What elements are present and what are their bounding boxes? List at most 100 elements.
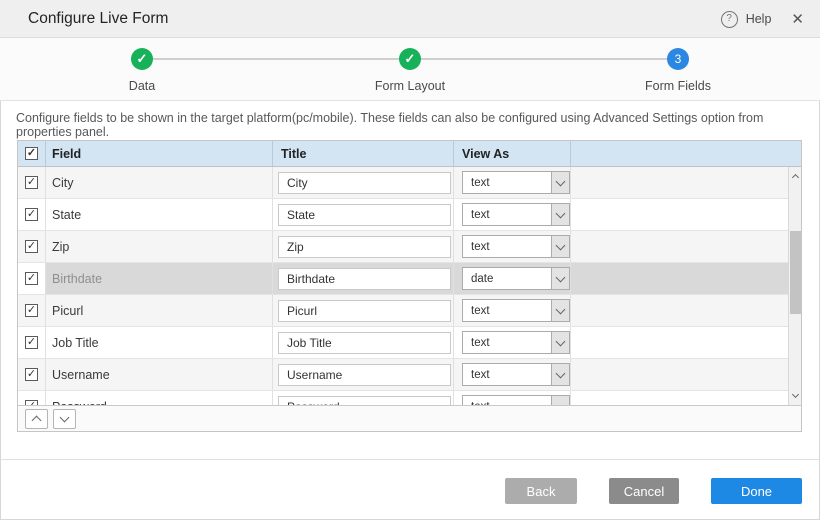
title-bar: Configure Live Form ? Help ✕ [0, 0, 820, 38]
title-cell [273, 231, 454, 262]
step-form-fields-label[interactable]: Form Fields [598, 79, 758, 93]
stepper-connector [153, 58, 399, 60]
table-row: ✓Ziptext [18, 231, 788, 263]
description-text: Configure fields to be shown in the targ… [16, 111, 804, 139]
field-name-label: Picurl [46, 295, 273, 326]
step-data-label[interactable]: Data [62, 79, 222, 93]
field-name-label: Birthdate [46, 263, 273, 294]
header-checkbox-cell: ✓ [18, 141, 46, 166]
title-input[interactable] [278, 300, 451, 322]
column-header-field: Field [46, 141, 273, 166]
view-as-value: text [463, 300, 551, 321]
field-name-label: Username [46, 359, 273, 390]
done-button[interactable]: Done [711, 478, 802, 504]
view-as-cell: text [454, 391, 571, 405]
view-as-value: text [463, 236, 551, 257]
form-fields-table: ✓ Field Title View As ✓Citytext✓Statetex… [17, 140, 802, 432]
row-checkbox[interactable]: ✓ [25, 336, 38, 349]
field-name-label: Password [46, 391, 273, 405]
checkbox-cell: ✓ [18, 167, 46, 198]
column-header-title: Title [273, 141, 454, 166]
row-checkbox[interactable]: ✓ [25, 304, 38, 317]
row-checkbox[interactable]: ✓ [25, 176, 38, 189]
view-as-value: text [463, 204, 551, 225]
cancel-button[interactable]: Cancel [609, 478, 679, 504]
view-as-select[interactable]: text [462, 299, 570, 322]
table-row: ✓ Picurl text [18, 295, 788, 327]
title-cell [273, 167, 454, 198]
table-row: ✓ Birthdate date [18, 263, 788, 295]
view-as-select[interactable]: text [462, 235, 570, 258]
page-title: Configure Live Form [28, 0, 168, 38]
step-form-fields-circle[interactable]: 3 [667, 48, 689, 70]
chevron-down-icon[interactable] [551, 300, 569, 321]
row-checkbox[interactable]: ✓ [25, 368, 38, 381]
chevron-down-icon[interactable] [551, 236, 569, 257]
title-cell [273, 263, 454, 294]
scroll-down-button[interactable] [789, 389, 801, 403]
title-input[interactable] [278, 204, 451, 226]
chevron-down-icon[interactable] [551, 172, 569, 193]
table-row: ✓Job Titletext [18, 327, 788, 359]
row-checkbox[interactable]: ✓ [25, 240, 38, 253]
step-form-layout-label[interactable]: Form Layout [330, 79, 490, 93]
close-icon[interactable]: ✕ [791, 10, 804, 28]
chevron-down-icon[interactable] [551, 332, 569, 353]
view-as-value: date [463, 268, 551, 289]
help-link[interactable]: Help [746, 12, 772, 26]
move-up-button[interactable] [25, 409, 48, 429]
title-input[interactable] [278, 236, 451, 258]
checkbox-cell: ✓ [18, 359, 46, 390]
title-input[interactable] [278, 332, 451, 354]
title-input[interactable] [278, 172, 451, 194]
table-row: ✓Password text [18, 391, 788, 405]
move-down-button[interactable] [53, 409, 76, 429]
chevron-down-icon[interactable] [551, 364, 569, 385]
view-as-cell: text [454, 327, 571, 358]
checkbox-cell: ✓ [18, 391, 46, 405]
view-as-cell: text [454, 359, 571, 390]
row-filler [571, 359, 788, 390]
back-button[interactable]: Back [505, 478, 577, 504]
checkbox-cell: ✓ [18, 295, 46, 326]
title-input[interactable] [278, 396, 451, 406]
checkbox-cell: ✓ [18, 231, 46, 262]
title-cell [273, 391, 454, 405]
title-input[interactable] [278, 364, 451, 386]
reorder-toolbar [18, 405, 801, 431]
view-as-select[interactable]: date [462, 267, 570, 290]
checkbox-cell: ✓ [18, 199, 46, 230]
field-name-label: State [46, 199, 273, 230]
title-cell [273, 327, 454, 358]
view-as-select[interactable]: text [462, 363, 570, 386]
view-as-cell: text [454, 199, 571, 230]
row-checkbox[interactable]: ✓ [25, 208, 38, 221]
vertical-scrollbar[interactable] [788, 167, 801, 405]
column-header-filler [571, 141, 801, 166]
view-as-select[interactable]: text [462, 203, 570, 226]
scrollbar-thumb[interactable] [790, 231, 801, 314]
row-filler [571, 295, 788, 326]
view-as-select[interactable]: text [462, 395, 570, 405]
view-as-cell: text [454, 295, 571, 326]
chevron-down-icon[interactable] [551, 396, 569, 405]
help-icon[interactable]: ? [721, 11, 738, 28]
chevron-down-icon[interactable] [551, 268, 569, 289]
title-cell [273, 199, 454, 230]
view-as-cell: date [454, 263, 571, 294]
row-checkbox[interactable]: ✓ [25, 272, 38, 285]
select-all-checkbox[interactable]: ✓ [25, 147, 38, 160]
title-cell [273, 359, 454, 390]
view-as-select[interactable]: text [462, 331, 570, 354]
title-input[interactable] [278, 268, 451, 290]
chevron-down-icon[interactable] [551, 204, 569, 225]
checkbox-cell: ✓ [18, 327, 46, 358]
row-filler [571, 391, 788, 405]
step-data-circle[interactable]: ✓ [131, 48, 153, 70]
row-filler [571, 167, 788, 198]
view-as-select[interactable]: text [462, 171, 570, 194]
column-header-view-as: View As [454, 141, 571, 166]
step-form-layout-circle[interactable]: ✓ [399, 48, 421, 70]
scroll-up-button[interactable] [789, 169, 801, 183]
table-header: ✓ Field Title View As [18, 141, 801, 167]
